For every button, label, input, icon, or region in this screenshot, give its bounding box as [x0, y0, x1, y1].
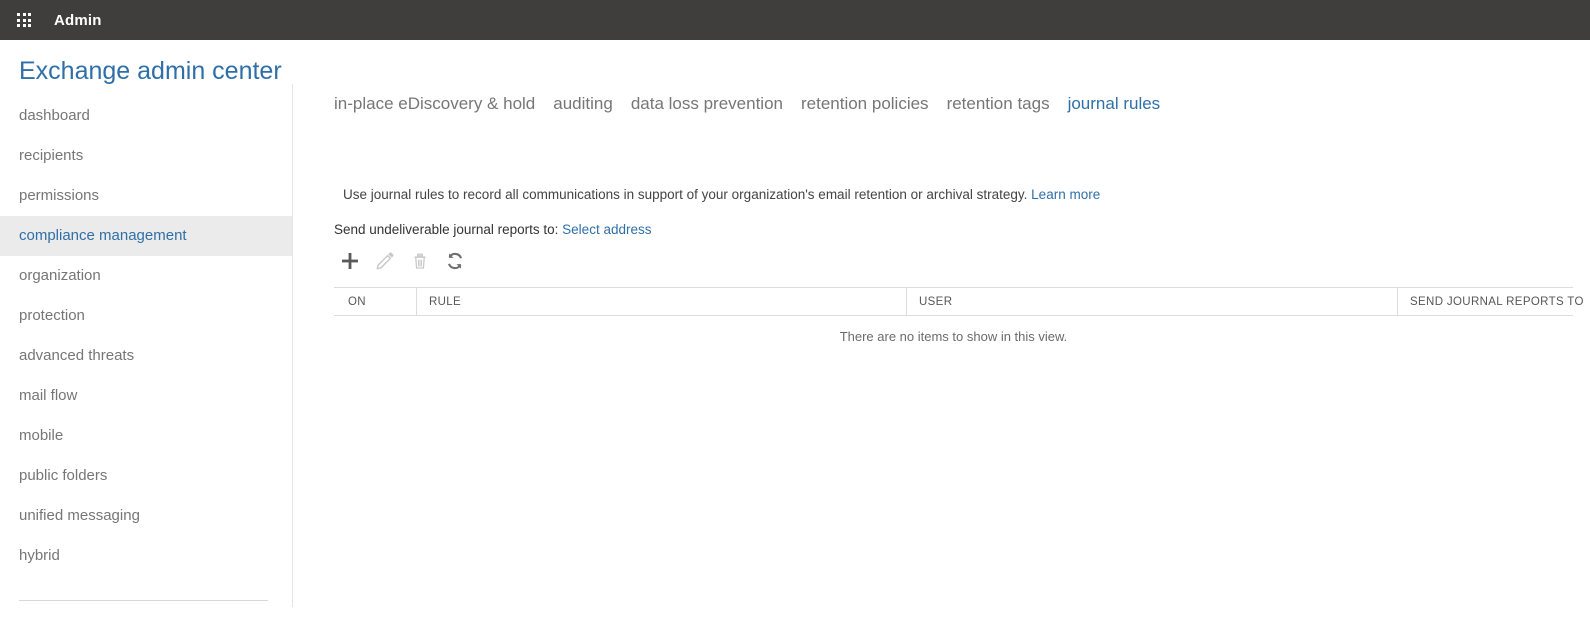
learn-more-link[interactable]: Learn more [1031, 187, 1100, 202]
tab-auditing[interactable]: auditing [553, 94, 613, 114]
undeliverable-reports-label: Send undeliverable journal reports to: [334, 222, 559, 237]
tab-in-place-ediscovery-hold[interactable]: in-place eDiscovery & hold [334, 94, 535, 114]
sidebar-item-unified-messaging[interactable]: unified messaging [0, 496, 292, 536]
sidebar-item-organization[interactable]: organization [0, 256, 292, 296]
column-header-send-journal-reports-to[interactable]: SEND JOURNAL REPORTS TO [1397, 288, 1583, 315]
delete-trash-icon [408, 249, 432, 273]
app-launcher-waffle-icon[interactable] [9, 5, 39, 35]
sidebar-divider [19, 600, 268, 601]
tab-retention-policies[interactable]: retention policies [801, 94, 929, 114]
main-content: in-place eDiscovery & hold auditing data… [293, 84, 1590, 607]
sidebar-item-hybrid[interactable]: hybrid [0, 536, 292, 576]
sidebar-item-dashboard[interactable]: dashboard [0, 96, 292, 136]
suite-bar: Admin [0, 0, 1590, 40]
sidebar-item-recipients[interactable]: recipients [0, 136, 292, 176]
sidebar: dashboard recipients permissions complia… [0, 84, 293, 607]
suite-title[interactable]: Admin [54, 12, 102, 29]
tab-data-loss-prevention[interactable]: data loss prevention [631, 94, 783, 114]
sidebar-item-compliance-management[interactable]: compliance management [0, 216, 292, 256]
sidebar-item-mail-flow[interactable]: mail flow [0, 376, 292, 416]
column-header-on[interactable]: ON [334, 288, 416, 315]
undeliverable-reports-row: Send undeliverable journal reports to: S… [334, 221, 1590, 239]
sidebar-item-permissions[interactable]: permissions [0, 176, 292, 216]
tab-journal-rules[interactable]: journal rules [1068, 94, 1161, 114]
page-shell: dashboard recipients permissions complia… [0, 84, 1590, 607]
journal-rules-table: ON RULE USER SEND JOURNAL REPORTS TO The… [334, 287, 1583, 344]
page-title: Exchange admin center [19, 57, 282, 85]
edit-pencil-icon [373, 249, 397, 273]
sidebar-item-advanced-threats[interactable]: advanced threats [0, 336, 292, 376]
description-text: Use journal rules to record all communic… [334, 186, 1590, 204]
table-header-row: ON RULE USER SEND JOURNAL REPORTS TO [334, 288, 1583, 316]
select-address-link[interactable]: Select address [562, 222, 651, 237]
column-header-user[interactable]: USER [906, 288, 1397, 315]
tab-retention-tags[interactable]: retention tags [947, 94, 1050, 114]
sidebar-item-mobile[interactable]: mobile [0, 416, 292, 456]
column-header-rule[interactable]: RULE [416, 288, 906, 315]
tab-bar: in-place eDiscovery & hold auditing data… [334, 94, 1590, 114]
sidebar-item-public-folders[interactable]: public folders [0, 456, 292, 496]
table-empty-message: There are no items to show in this view. [839, 329, 1068, 344]
refresh-icon[interactable] [443, 249, 467, 273]
add-icon[interactable] [338, 249, 362, 273]
description-sentence: Use journal rules to record all communic… [343, 187, 1028, 202]
grid-toolbar [334, 248, 1590, 274]
sidebar-item-protection[interactable]: protection [0, 296, 292, 336]
